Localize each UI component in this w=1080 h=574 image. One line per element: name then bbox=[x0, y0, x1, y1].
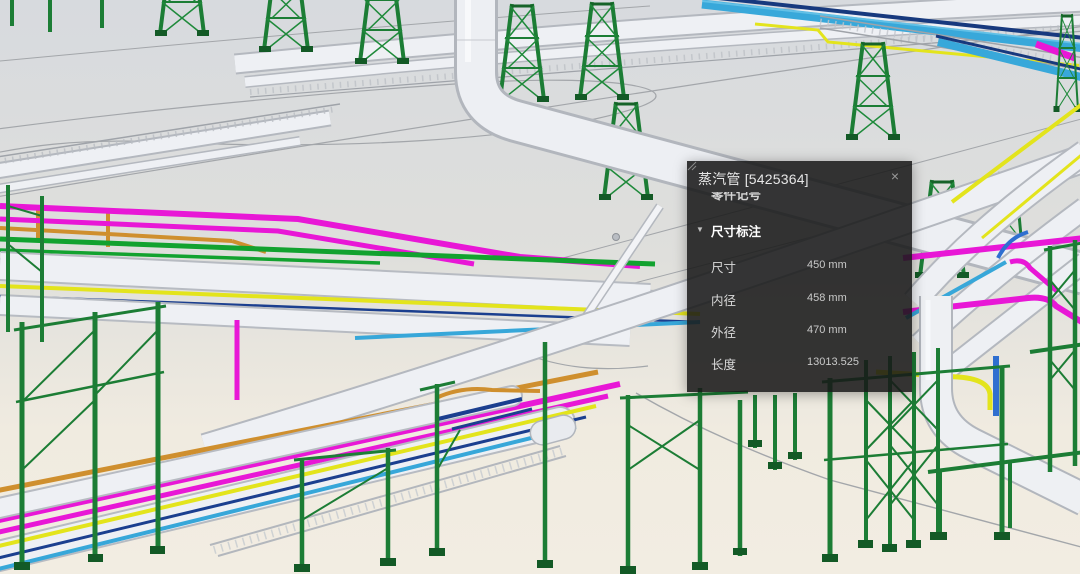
property-row-inner-diameter: 内径 458 mm bbox=[687, 290, 912, 307]
property-value: 13013.525 bbox=[807, 356, 859, 368]
panel-content: 零件记号 ▼ 尺寸标注 尺寸 450 mm 内径 458 mm 外径 470 m… bbox=[687, 192, 912, 392]
resize-handle-icon[interactable] bbox=[687, 161, 697, 171]
property-label: 长度 bbox=[711, 354, 736, 373]
property-label: 内径 bbox=[711, 290, 736, 309]
properties-panel: 蒸汽管 [5425364] × 零件记号 ▼ 尺寸标注 尺寸 450 mm 内径… bbox=[687, 161, 912, 392]
property-value: 458 mm bbox=[807, 292, 847, 304]
viewer-window: 蒸汽管 [5425364] × 零件记号 ▼ 尺寸标注 尺寸 450 mm 内径… bbox=[0, 0, 1080, 574]
close-icon[interactable]: × bbox=[886, 167, 904, 185]
section-label: 尺寸标注 bbox=[711, 221, 761, 240]
scrolled-section-label[interactable]: 零件记号 bbox=[711, 192, 761, 203]
property-value: 450 mm bbox=[807, 259, 847, 271]
panel-title: 蒸汽管 [5425364] bbox=[698, 169, 809, 189]
panel-header[interactable]: 蒸汽管 [5425364] × bbox=[687, 161, 912, 193]
property-label: 尺寸 bbox=[711, 257, 736, 276]
property-label: 外径 bbox=[711, 322, 736, 341]
property-row-size: 尺寸 450 mm bbox=[687, 257, 912, 274]
section-header-dimensions[interactable]: ▼ 尺寸标注 bbox=[687, 221, 912, 239]
measure-point-marker bbox=[613, 234, 620, 241]
property-value: 470 mm bbox=[807, 324, 847, 336]
chevron-down-icon: ▼ bbox=[696, 225, 704, 234]
property-row-outer-diameter: 外径 470 mm bbox=[687, 322, 912, 339]
3d-viewport[interactable] bbox=[0, 0, 1080, 574]
property-row-length: 长度 13013.525 bbox=[687, 354, 912, 371]
